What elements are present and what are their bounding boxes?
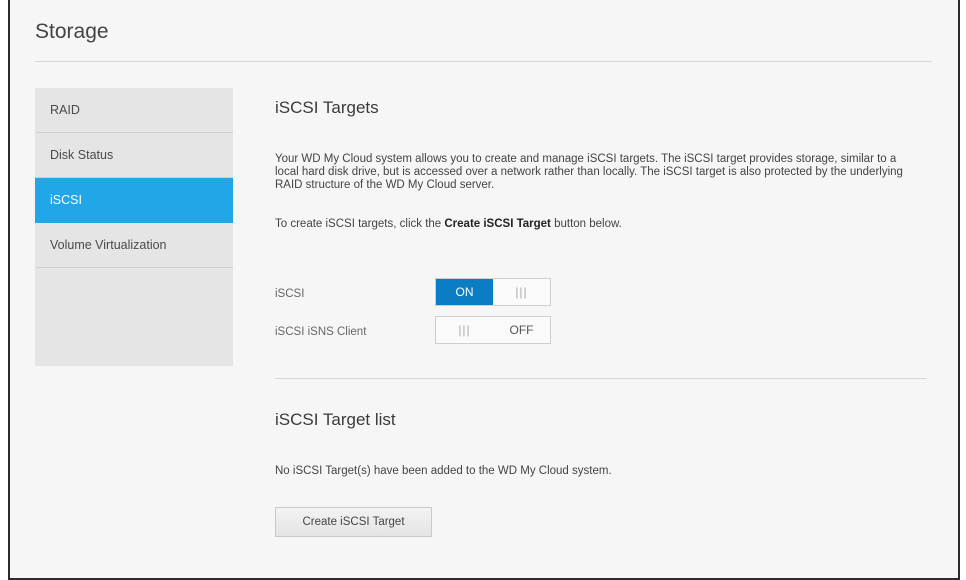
toggle-off-segment: OFF xyxy=(493,317,550,343)
sidebar-item-iscsi[interactable]: iSCSI xyxy=(35,178,233,223)
create-iscsi-target-button[interactable]: Create iSCSI Target xyxy=(275,507,432,537)
sidebar-item-label: Disk Status xyxy=(50,148,114,162)
sidebar-item-disk-status[interactable]: Disk Status xyxy=(35,133,233,178)
grip-icon: ||| xyxy=(515,285,528,299)
toggle-grip: ||| xyxy=(493,279,550,305)
toggle-on-text: ON xyxy=(455,285,474,299)
empty-target-message: No iSCSI Target(s) have been added to th… xyxy=(275,465,612,477)
iscsi-targets-heading: iSCSI Targets xyxy=(275,98,379,117)
toggle-on-segment: ON xyxy=(436,279,493,305)
sidebar-item-label: Volume Virtualization xyxy=(50,238,167,252)
page-title: Storage xyxy=(35,20,109,43)
sidebar-item-volume-virtualization[interactable]: Volume Virtualization xyxy=(35,223,233,268)
sidebar: RAID Disk Status iSCSI Volume Virtualiza… xyxy=(35,88,233,366)
iscsi-description: Your WD My Cloud system allows you to cr… xyxy=(275,153,903,191)
storage-window: Storage RAID Disk Status iSCSI Volume Vi… xyxy=(8,0,960,580)
isns-client-toggle[interactable]: ||| OFF xyxy=(435,316,551,344)
instruction-prefix: To create iSCSI targets, click the xyxy=(275,218,445,230)
toggle-grip: ||| xyxy=(436,317,493,343)
section-divider xyxy=(275,378,927,379)
target-list-heading: iSCSI Target list xyxy=(275,410,396,429)
iscsi-toggle-label: iSCSI xyxy=(275,288,305,300)
grip-icon: ||| xyxy=(458,323,471,337)
title-divider xyxy=(35,61,932,62)
instruction-suffix: button below. xyxy=(550,218,622,230)
instruction-button-name: Create iSCSI Target xyxy=(444,218,551,230)
toggle-off-text: OFF xyxy=(509,323,534,337)
create-instruction: To create iSCSI targets, click the Creat… xyxy=(275,218,915,231)
sidebar-item-label: RAID xyxy=(50,103,80,117)
sidebar-item-raid[interactable]: RAID xyxy=(35,88,233,133)
iscsi-toggle[interactable]: ON ||| xyxy=(435,278,551,306)
isns-toggle-label: iSCSI iSNS Client xyxy=(275,326,367,338)
sidebar-item-label: iSCSI xyxy=(50,193,82,207)
